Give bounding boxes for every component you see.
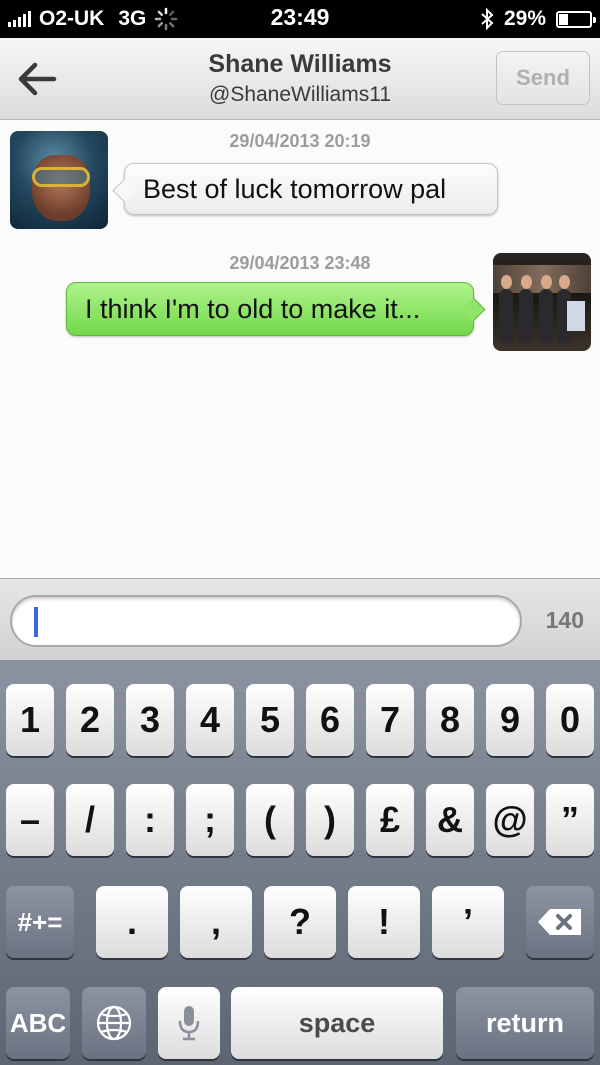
conversation-title: Shane Williams @ShaneWilliams11 [120, 50, 480, 107]
key-9[interactable]: 9 [486, 684, 534, 756]
bluetooth-icon [481, 7, 494, 31]
contact-handle: @ShaneWilliams11 [209, 83, 391, 106]
key-pound[interactable]: £ [366, 784, 414, 856]
key-semicolon[interactable]: ; [186, 784, 234, 856]
send-button[interactable]: Send [496, 51, 590, 105]
abc-key[interactable]: ABC [6, 987, 70, 1059]
message-input[interactable] [10, 595, 522, 647]
microphone-icon [178, 1006, 200, 1041]
key-3[interactable]: 3 [126, 684, 174, 756]
key-0[interactable]: 0 [546, 684, 594, 756]
outgoing-message-bubble[interactable]: I think I'm to old to make it... [66, 282, 474, 336]
space-key[interactable]: space [231, 987, 443, 1059]
user-avatar[interactable] [493, 253, 591, 351]
globe-icon [96, 1005, 132, 1041]
message-thread: 29/04/2013 20:19 Best of luck tomorrow p… [0, 120, 600, 578]
key-4[interactable]: 4 [186, 684, 234, 756]
key-period[interactable]: . [96, 886, 168, 958]
key-2[interactable]: 2 [66, 684, 114, 756]
key-at[interactable]: @ [486, 784, 534, 856]
delete-key[interactable] [526, 886, 594, 958]
status-right: 29% [480, 6, 596, 32]
key-slash[interactable]: / [66, 784, 114, 856]
character-count: 140 [545, 607, 584, 633]
symbols-toggle-key[interactable]: #+= [6, 886, 74, 958]
key-close-paren[interactable]: ) [306, 784, 354, 856]
globe-key[interactable] [82, 987, 146, 1059]
key-dash[interactable]: – [6, 784, 54, 856]
contact-avatar[interactable] [10, 131, 108, 229]
dictation-key[interactable] [158, 987, 220, 1059]
nav-bar: Shane Williams @ShaneWilliams11 Send [0, 38, 600, 120]
back-arrow-icon [18, 62, 57, 96]
message-text: I think I'm to old to make it... [85, 293, 421, 324]
backspace-icon [538, 909, 581, 935]
key-exclamation[interactable]: ! [348, 886, 420, 958]
key-comma[interactable]: , [180, 886, 252, 958]
return-key[interactable]: return [456, 987, 594, 1059]
battery-percent: 29% [503, 7, 546, 30]
key-ampersand[interactable]: & [426, 784, 474, 856]
key-apostrophe[interactable]: ’ [432, 886, 504, 958]
battery-icon [556, 10, 596, 28]
contact-name: Shane Williams [208, 50, 392, 78]
key-question[interactable]: ? [264, 886, 336, 958]
back-button[interactable] [14, 56, 60, 102]
key-8[interactable]: 8 [426, 684, 474, 756]
key-quote[interactable]: ” [546, 784, 594, 856]
keyboard: 1 2 3 4 5 6 7 8 9 0 – / : ; ( ) £ & @ ” … [0, 660, 600, 1065]
text-caret [34, 607, 38, 637]
message-text: Best of luck tomorrow pal [143, 173, 447, 204]
key-colon[interactable]: : [126, 784, 174, 856]
key-7[interactable]: 7 [366, 684, 414, 756]
key-5[interactable]: 5 [246, 684, 294, 756]
key-1[interactable]: 1 [6, 684, 54, 756]
status-bar: O2-UK 3G 23:49 29% [0, 0, 600, 38]
incoming-message-bubble[interactable]: Best of luck tomorrow pal [124, 163, 498, 215]
battery-fill [559, 13, 568, 25]
key-open-paren[interactable]: ( [246, 784, 294, 856]
compose-bar: 140 [0, 578, 600, 660]
key-6[interactable]: 6 [306, 684, 354, 756]
